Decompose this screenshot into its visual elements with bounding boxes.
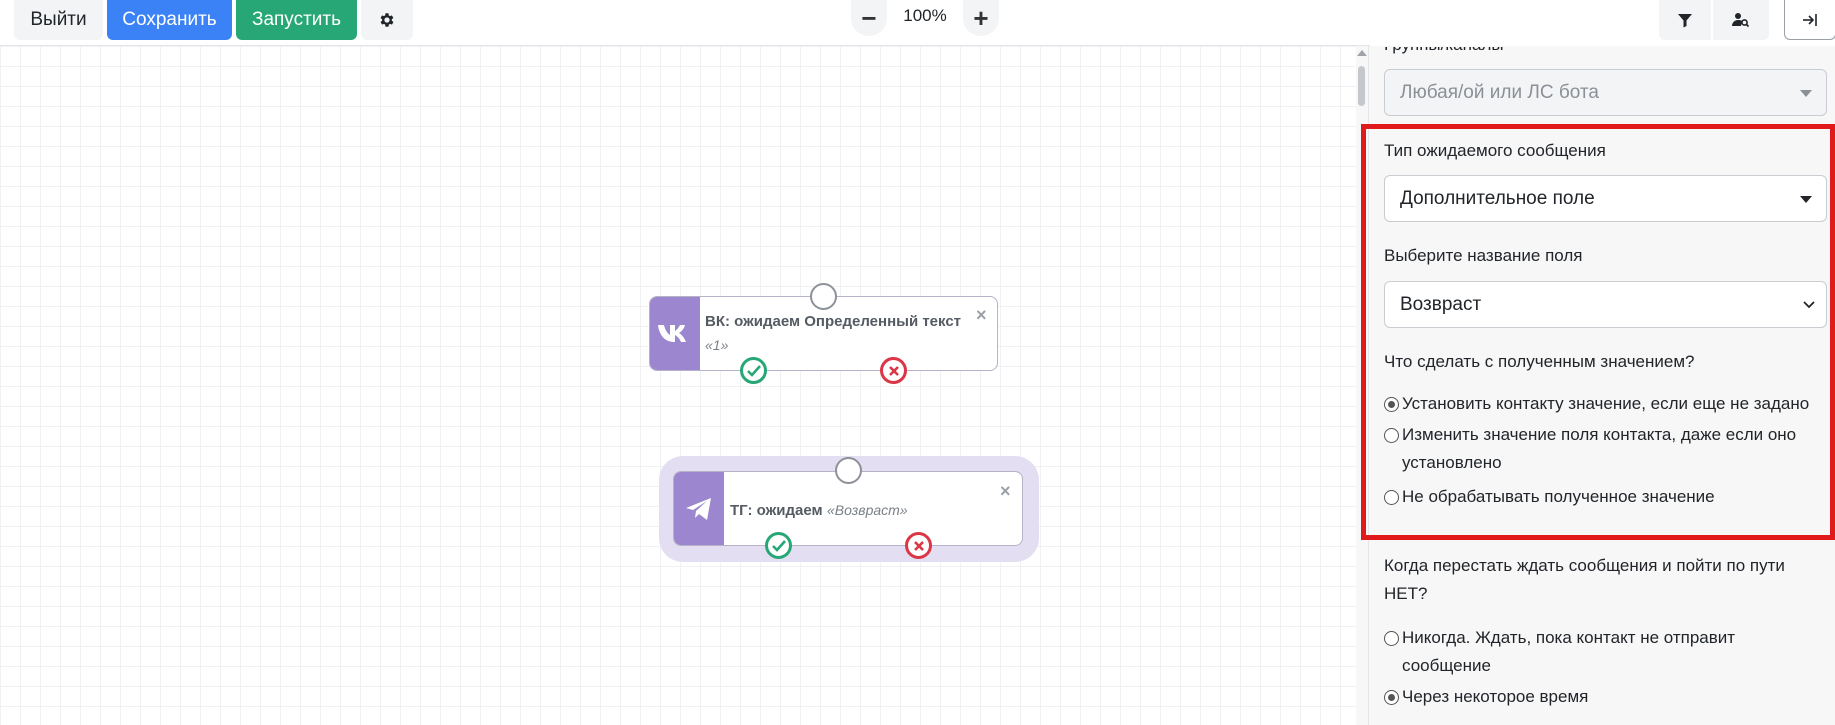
- radio-button[interactable]: [1384, 490, 1399, 505]
- run-button[interactable]: Запустить: [236, 0, 357, 40]
- node-subtitle: «1»: [705, 337, 729, 353]
- telegram-icon: [686, 497, 711, 520]
- radio-button[interactable]: [1384, 428, 1399, 443]
- stop-option-after-time[interactable]: Через некоторое время: [1384, 683, 1588, 711]
- telegram-node-icon-area: [674, 472, 724, 545]
- node-yes-port[interactable]: [740, 357, 767, 384]
- cross-icon: [913, 540, 924, 551]
- flow-canvas[interactable]: [0, 46, 1368, 725]
- save-button[interactable]: Сохранить: [107, 0, 232, 40]
- user-search-icon: [1732, 13, 1750, 28]
- action-option-ignore[interactable]: Не обрабатывать полученное значение: [1384, 483, 1715, 511]
- zoom-level: 100%: [903, 6, 947, 25]
- collapse-panel-icon: [1803, 13, 1817, 26]
- stop-waiting-label: Когда перестать ждать сообщения и пойти …: [1384, 556, 1785, 603]
- message-type-select[interactable]: Дополнительное поле: [1384, 175, 1827, 222]
- radio-label: Через некоторое время: [1402, 687, 1589, 706]
- scroll-up-arrow[interactable]: [1357, 50, 1367, 56]
- radio-button[interactable]: [1384, 397, 1399, 412]
- node-delete-button[interactable]: ×: [976, 306, 987, 324]
- groups-select[interactable]: Любая/ой или ЛС бота: [1384, 69, 1827, 116]
- node-title: ВК: ожидаем Определенный текст: [705, 313, 962, 330]
- radio-label: Установить контакту значение, если еще н…: [1402, 394, 1810, 413]
- filter-button[interactable]: [1659, 0, 1711, 40]
- zoom-out-button[interactable]: −: [851, 0, 887, 36]
- radio-button[interactable]: [1384, 690, 1399, 705]
- check-icon: [746, 364, 761, 377]
- field-name-select[interactable]: Возвраст: [1384, 281, 1827, 328]
- action-option-overwrite[interactable]: Изменить значение поля контакта, даже ес…: [1384, 421, 1822, 477]
- field-name-label: Выберите название поля: [1384, 246, 1583, 265]
- chevron-down-icon: [1803, 301, 1815, 309]
- exit-button[interactable]: Выйти: [14, 0, 103, 40]
- collapse-panel-button[interactable]: [1784, 0, 1835, 40]
- groups-label: Группы/каналы: [1384, 35, 1504, 54]
- node-input-port[interactable]: [810, 283, 837, 310]
- message-type-label: Тип ожидаемого сообщения: [1384, 141, 1606, 160]
- field-name-select-value: Возвраст: [1400, 293, 1482, 315]
- scrollbar-thumb[interactable]: [1358, 66, 1365, 106]
- user-search-button[interactable]: [1713, 0, 1769, 40]
- check-icon: [771, 539, 786, 552]
- node-title: ТГ: ожидаем: [730, 502, 823, 519]
- node-delete-button[interactable]: ×: [1000, 482, 1011, 500]
- vk-node-icon-area: [650, 297, 700, 370]
- radio-label: Не обрабатывать полученное значение: [1402, 487, 1715, 506]
- node-subtitle: «Возвраст»: [827, 502, 908, 518]
- node-no-port[interactable]: [905, 532, 932, 559]
- stop-option-never[interactable]: Никогда. Ждать, пока контакт не отправит…: [1384, 624, 1762, 680]
- panel-scrollbar[interactable]: [1356, 46, 1368, 725]
- filter-icon: [1678, 14, 1692, 28]
- radio-label: Никогда. Ждать, пока контакт не отправит…: [1402, 628, 1736, 675]
- radio-button[interactable]: [1384, 631, 1399, 646]
- cross-icon: [888, 365, 899, 376]
- settings-button[interactable]: [361, 0, 413, 40]
- gear-icon: [380, 13, 394, 27]
- action-option-set-if-empty[interactable]: Установить контакту значение, если еще н…: [1384, 390, 1809, 418]
- caret-down-icon: [1800, 90, 1812, 97]
- groups-select-value: Любая/ой или ЛС бота: [1400, 81, 1599, 103]
- caret-down-icon: [1800, 196, 1812, 203]
- vk-logo-icon: [658, 324, 686, 342]
- top-toolbar: Выйти Сохранить Запустить − 100% +: [0, 0, 1370, 46]
- message-type-select-value: Дополнительное поле: [1400, 187, 1595, 209]
- node-no-port[interactable]: [880, 357, 907, 384]
- action-label: Что сделать с полученным значением?: [1384, 352, 1695, 371]
- zoom-in-button[interactable]: +: [963, 0, 999, 36]
- node-yes-port[interactable]: [765, 532, 792, 559]
- node-input-port[interactable]: [835, 457, 862, 484]
- radio-label: Изменить значение поля контакта, даже ес…: [1402, 425, 1797, 472]
